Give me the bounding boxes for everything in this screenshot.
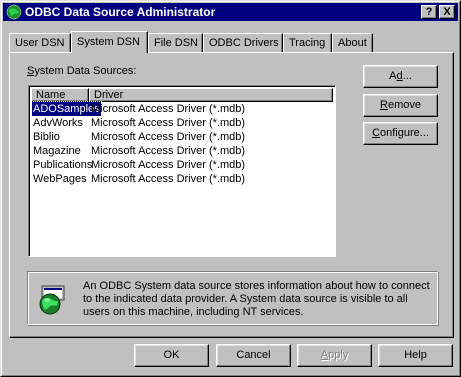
help-button[interactable]: Help <box>378 344 453 367</box>
tab-label: ODBC Drivers <box>209 37 279 49</box>
tab-label: System DSN <box>77 36 140 48</box>
info-groupbox: An ODBC System data source stores inform… <box>27 271 438 325</box>
close-title-button[interactable]: X <box>439 5 455 19</box>
tab-about[interactable]: About <box>332 33 373 52</box>
window-title: ODBC Data Source Administrator <box>25 5 216 19</box>
remove-button[interactable]: Remove <box>363 94 438 117</box>
tab-label: File DSN <box>154 37 199 49</box>
item-name: Publications <box>33 159 93 171</box>
item-driver: Microsoft Access Driver (*.mdb) <box>91 173 246 185</box>
item-driver: Microsoft Access Driver (*.mdb) <box>91 131 246 143</box>
tab-odbc-drivers[interactable]: ODBC Drivers <box>203 33 283 52</box>
tab-label: About <box>338 37 367 49</box>
help-title-button[interactable]: ? <box>421 5 437 19</box>
odbc-app-icon <box>6 4 22 20</box>
info-description: An ODBC System data source stores inform… <box>83 280 430 318</box>
column-header-name[interactable]: Name <box>31 88 89 102</box>
list-item[interactable]: Publications Microsoft Access Driver (*.m… <box>31 158 333 172</box>
dialog-window: ODBC Data Source Administrator ? X User … <box>0 0 461 377</box>
tab-system-dsn[interactable]: System DSN <box>71 31 148 53</box>
tab-label: User DSN <box>15 37 65 49</box>
tab-tracing[interactable]: Tracing <box>283 33 332 52</box>
list-item[interactable]: WebPages Microsoft Access Driver (*.mdb) <box>31 172 333 186</box>
tab-user-dsn[interactable]: User DSN <box>9 33 71 52</box>
item-driver: Microsoft Access Driver (*.mdb) <box>91 117 246 129</box>
item-driver: Microsoft Access Driver (*.mdb) <box>91 159 246 171</box>
item-driver: Microsoft Access Driver (*.mdb) <box>91 145 246 157</box>
item-name: Magazine <box>33 145 81 157</box>
odbc-globe-icon <box>39 285 65 315</box>
ok-button[interactable]: OK <box>134 344 209 367</box>
list-item[interactable]: AdvWorks Microsoft Access Driver (*.mdb) <box>31 116 333 130</box>
tab-label: Tracing <box>289 37 326 49</box>
configure-button[interactable]: Configure... <box>363 122 438 145</box>
list-item[interactable]: Magazine Microsoft Access Driver (*.mdb) <box>31 144 333 158</box>
list-item[interactable]: Biblio Microsoft Access Driver (*.mdb) <box>31 130 333 144</box>
item-driver: Microsoft Access Driver (*.mdb) <box>91 103 246 115</box>
system-data-sources-label: System Data Sources: <box>27 65 137 77</box>
column-header-driver[interactable]: Driver <box>89 88 333 102</box>
list-item[interactable]: ADOSamples Microsoft Access Driver (*.mdb… <box>31 101 333 117</box>
tab-strip: User DSN System DSN File DSN ODBC Driver… <box>9 31 454 53</box>
item-name: AdvWorks <box>33 117 83 129</box>
data-sources-list[interactable]: Name Driver ADOSamples Microsoft Access D… <box>28 85 336 257</box>
item-name: Biblio <box>33 131 60 143</box>
title-bar[interactable]: ODBC Data Source Administrator ? X <box>3 3 458 21</box>
item-name: WebPages <box>33 173 87 185</box>
add-button[interactable]: Ad... <box>363 65 438 88</box>
apply-button[interactable]: Apply <box>297 344 372 367</box>
cancel-button[interactable]: Cancel <box>216 344 291 367</box>
tab-file-dsn[interactable]: File DSN <box>148 33 203 52</box>
